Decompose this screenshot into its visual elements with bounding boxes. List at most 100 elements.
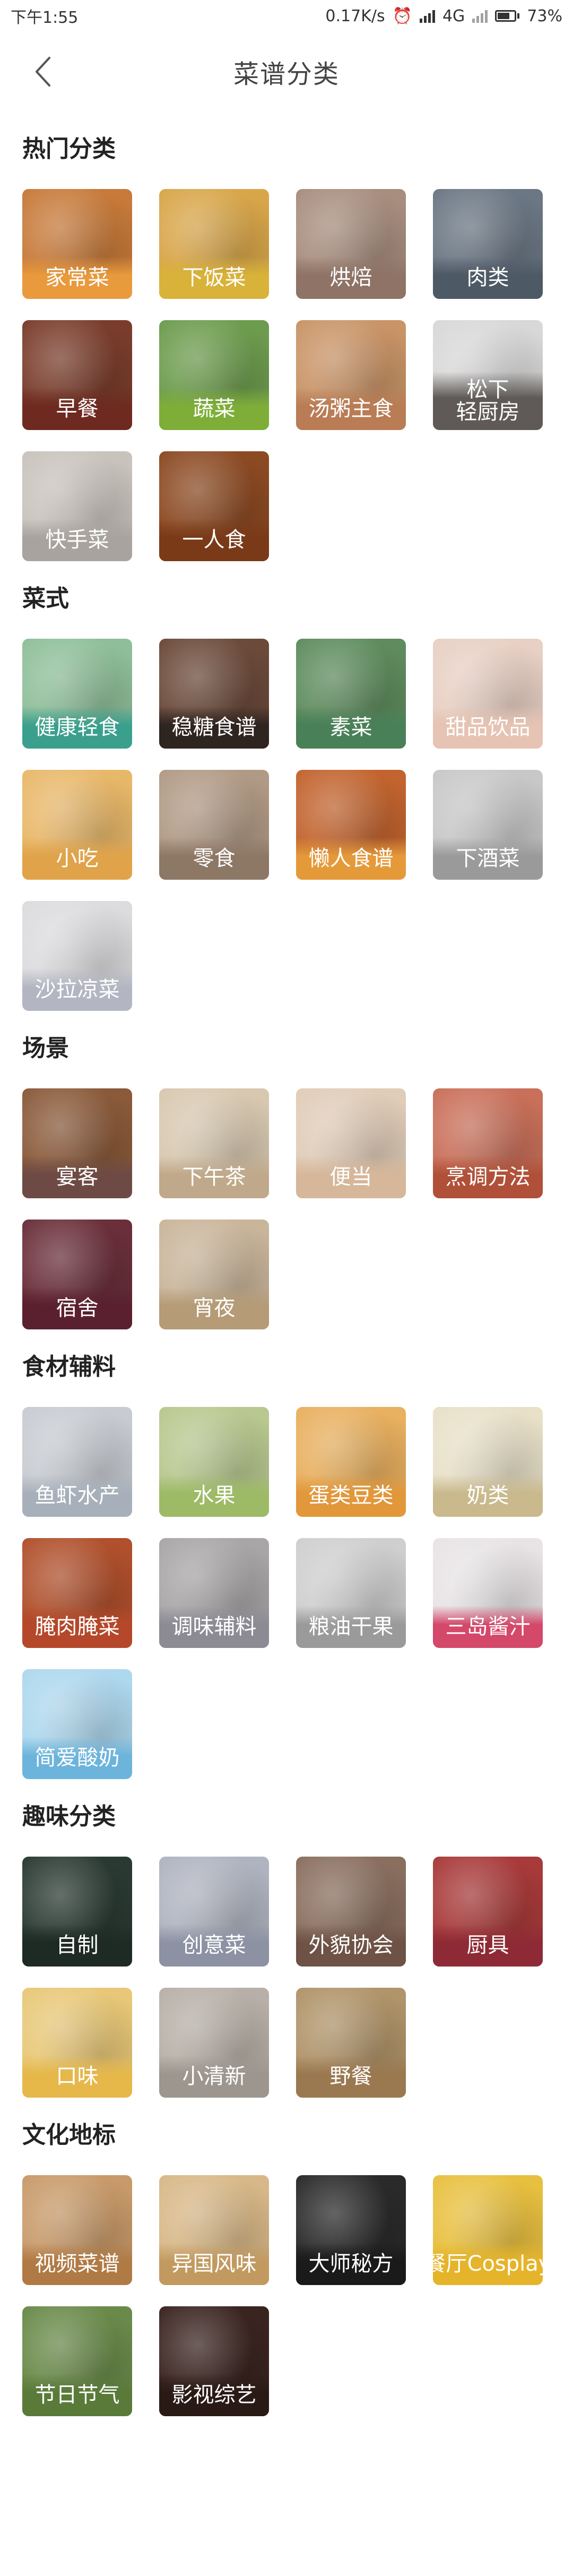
category-label: 小吃: [22, 837, 132, 880]
category-tile[interactable]: 懒人食谱: [296, 770, 406, 880]
network-speed: 0.17K/s: [325, 6, 385, 25]
category-label: 外貌协会: [296, 1924, 406, 1967]
category-section: 菜式健康轻食 稳糖食谱 素菜 甜品饮品小吃 零食 懒人食谱 下酒菜沙拉凉菜: [22, 561, 551, 1011]
status-icons: 0.17K/s ⏰ 4G 73%: [325, 7, 562, 25]
category-tile[interactable]: 异国风味: [159, 2175, 269, 2285]
category-tile[interactable]: 视频菜谱: [22, 2175, 132, 2285]
category-tile[interactable]: 小清新: [159, 1988, 269, 2098]
category-grid: 宴客 下午茶 便当 烹调方法宿舍 宵夜: [22, 1088, 551, 1329]
section-title: 食材辅料: [22, 1353, 116, 1380]
alarm-icon: ⏰: [392, 6, 412, 25]
category-grid: 健康轻食 稳糖食谱 素菜 甜品饮品小吃 零食 懒人食谱 下酒菜沙拉凉菜: [22, 639, 551, 1011]
category-tile[interactable]: 一人食: [159, 451, 269, 561]
category-tile[interactable]: 厨具: [433, 1857, 543, 1967]
category-tile[interactable]: 外貌协会: [296, 1857, 406, 1967]
category-tile[interactable]: 肉类: [433, 189, 543, 299]
category-label: 口味: [22, 2055, 132, 2098]
category-label: 蔬菜: [159, 388, 269, 430]
category-tile[interactable]: 宵夜: [159, 1220, 269, 1329]
category-label: 便当: [296, 1156, 406, 1198]
category-tile[interactable]: 便当: [296, 1088, 406, 1198]
category-label: 甜品饮品: [433, 706, 543, 749]
status-time: 下午1:55: [11, 8, 79, 27]
page-title: 菜谱分类: [233, 59, 340, 89]
category-section: 场景宴客 下午茶 便当 烹调方法宿舍 宵夜: [22, 1011, 551, 1329]
category-tile[interactable]: 鱼虾水产: [22, 1407, 132, 1517]
category-label: 小清新: [159, 2055, 269, 2098]
category-tile[interactable]: 宴客: [22, 1088, 132, 1198]
category-label: 三岛酱汁: [433, 1605, 543, 1648]
category-tile[interactable]: 早餐: [22, 320, 132, 430]
category-tile[interactable]: 大师秘方: [296, 2175, 406, 2285]
category-tile[interactable]: 下饭菜: [159, 189, 269, 299]
category-tile[interactable]: 自制: [22, 1857, 132, 1967]
category-tile[interactable]: 零食: [159, 770, 269, 880]
category-label: 奶类: [433, 1474, 543, 1517]
category-label: 粮油干果: [296, 1605, 406, 1648]
category-tile[interactable]: 小吃: [22, 770, 132, 880]
section-title: 文化地标: [22, 2122, 116, 2149]
category-tile[interactable]: 三岛酱汁: [433, 1538, 543, 1648]
category-tile[interactable]: 简爱酸奶: [22, 1669, 132, 1779]
category-tile[interactable]: 甜品饮品: [433, 639, 543, 749]
category-label: 家常菜: [22, 256, 132, 299]
category-label: 沙拉凉菜: [22, 968, 132, 1011]
category-tile[interactable]: 餐厅Cosplay: [433, 2175, 543, 2285]
category-label: 一人食: [159, 519, 269, 561]
category-tile[interactable]: 野餐: [296, 1988, 406, 2098]
category-tile[interactable]: 下午茶: [159, 1088, 269, 1198]
category-tile[interactable]: 松下 轻厨房: [433, 320, 543, 430]
network-type: 4G: [442, 6, 465, 25]
category-tile[interactable]: 口味: [22, 1988, 132, 2098]
category-tile[interactable]: 烘焙: [296, 189, 406, 299]
category-label: 蛋类豆类: [296, 1474, 406, 1517]
signal-icon: [419, 9, 435, 23]
category-label: 宿舍: [22, 1287, 132, 1329]
category-tile[interactable]: 奶类: [433, 1407, 543, 1517]
category-label: 松下 轻厨房: [433, 372, 543, 430]
category-tile[interactable]: 汤粥主食: [296, 320, 406, 430]
category-tile[interactable]: 节日节气: [22, 2306, 132, 2416]
category-tile[interactable]: 快手菜: [22, 451, 132, 561]
category-label: 懒人食谱: [296, 837, 406, 880]
app-header: 菜谱分类: [0, 32, 573, 111]
category-label: 烹调方法: [433, 1156, 543, 1198]
category-label: 自制: [22, 1924, 132, 1967]
category-tile[interactable]: 蛋类豆类: [296, 1407, 406, 1517]
category-label: 稳糖食谱: [159, 706, 269, 749]
category-label: 调味辅料: [159, 1605, 269, 1648]
category-label: 汤粥主食: [296, 388, 406, 430]
category-tile[interactable]: 稳糖食谱: [159, 639, 269, 749]
category-label: 厨具: [433, 1924, 543, 1967]
section-title: 场景: [22, 1035, 69, 1062]
category-tile[interactable]: 下酒菜: [433, 770, 543, 880]
category-label: 下午茶: [159, 1156, 269, 1198]
section-title: 菜式: [22, 585, 69, 612]
category-tile[interactable]: 调味辅料: [159, 1538, 269, 1648]
section-title: 趣味分类: [22, 1803, 116, 1830]
category-section: 趣味分类自制 创意菜 外貌协会 厨具口味 小清新 野餐: [22, 1779, 551, 2098]
category-tile[interactable]: 素菜: [296, 639, 406, 749]
category-label: 餐厅Cosplay: [433, 2243, 543, 2285]
category-label: 异国风味: [159, 2243, 269, 2285]
category-tile[interactable]: 烹调方法: [433, 1088, 543, 1198]
back-button[interactable]: [27, 50, 58, 93]
category-grid: 视频菜谱异国风味大师秘方餐厅Cosplay 节日节气影视综艺: [22, 2175, 551, 2416]
category-list: 热门分类 家常菜 下饭菜 烘焙 肉类 早餐 蔬菜 汤粥主食 松下 轻厨房 快手菜 一人食 菜式 健康轻食…: [0, 111, 573, 2416]
category-label: 腌肉腌菜: [22, 1605, 132, 1648]
category-label: 素菜: [296, 706, 406, 749]
category-tile[interactable]: 宿舍: [22, 1220, 132, 1329]
category-label: 早餐: [22, 388, 132, 430]
category-label: 野餐: [296, 2055, 406, 2098]
category-tile[interactable]: 蔬菜: [159, 320, 269, 430]
category-tile[interactable]: 影视综艺: [159, 2306, 269, 2416]
category-tile[interactable]: 家常菜: [22, 189, 132, 299]
category-tile[interactable]: 创意菜: [159, 1857, 269, 1967]
battery-percent: 73%: [527, 6, 562, 25]
category-tile[interactable]: 腌肉腌菜: [22, 1538, 132, 1648]
category-tile[interactable]: 健康轻食: [22, 639, 132, 749]
category-tile[interactable]: 沙拉凉菜: [22, 901, 132, 1011]
category-tile[interactable]: 水果: [159, 1407, 269, 1517]
category-label: 宵夜: [159, 1287, 269, 1329]
category-tile[interactable]: 粮油干果: [296, 1538, 406, 1648]
